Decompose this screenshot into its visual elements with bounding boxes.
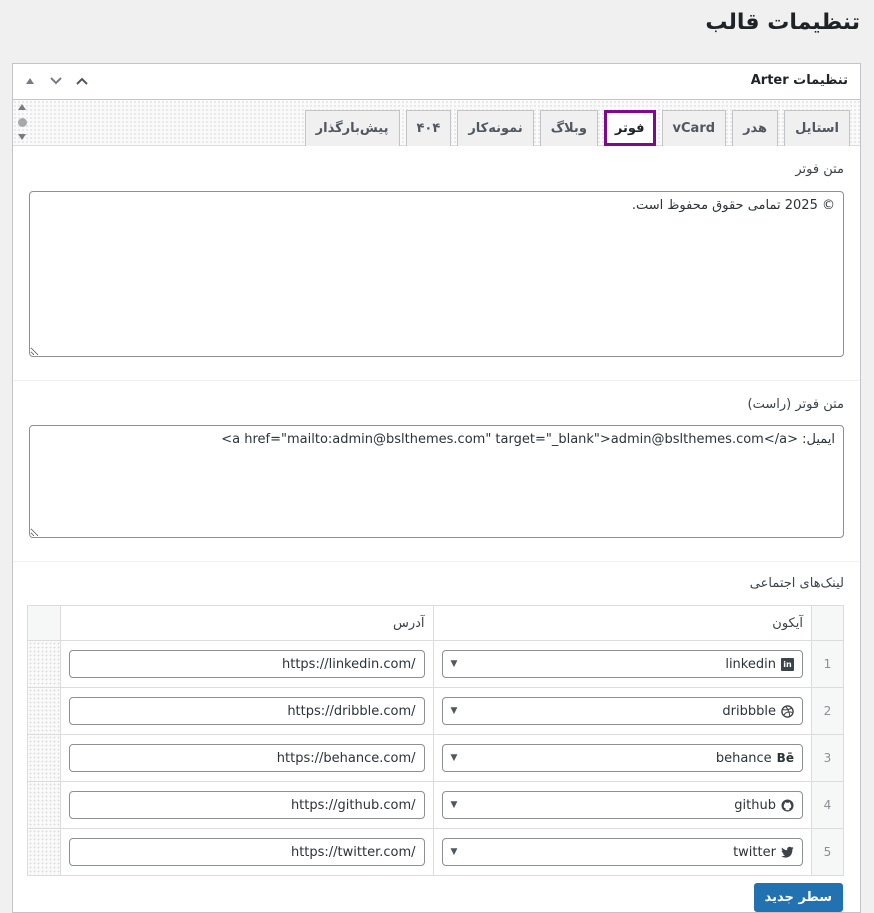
url-input[interactable]: https://github.com/ (69, 791, 425, 819)
icon-select[interactable]: Bē behance ▼ (441, 744, 803, 772)
twitter-icon (781, 846, 794, 858)
tab-header[interactable]: هدر (732, 110, 779, 146)
header-handle-cell (26, 605, 62, 641)
row-number: 3 (810, 734, 845, 782)
tab-preloader[interactable]: پیش‌بارگذار (304, 110, 400, 146)
tabs-area: استایل هدر vCard فوتر وبلاگ نمونه‌کار ۴۰… (13, 100, 860, 146)
table-row: 2 dribbble ▼ https://dribble.com/ (26, 687, 845, 735)
row-drag-handle[interactable] (26, 781, 62, 829)
url-input[interactable]: https://behance.com/ (69, 744, 425, 772)
table-row: 1 in linkedin ▼ https://linkedin.com/ (26, 640, 845, 688)
collapse-icon[interactable] (71, 70, 93, 92)
tab-blog[interactable]: وبلاگ (539, 110, 598, 146)
row-number: 1 (810, 640, 845, 688)
table-row: 3 Bē behance ▼ https://behance.com/ (26, 734, 845, 782)
chevron-down-icon: ▼ (450, 659, 458, 669)
icon-select[interactable]: twitter ▼ (441, 838, 803, 866)
url-input[interactable]: https://linkedin.com/ (69, 650, 425, 678)
move-up-icon[interactable] (19, 70, 41, 92)
icon-select-value: twitter (733, 844, 776, 860)
url-input[interactable]: https://dribble.com/ (69, 697, 425, 725)
social-links-table: آیکون آدرس 1 in linkedin ▼ https://linke… (26, 605, 845, 876)
scroll-up-icon[interactable] (18, 104, 26, 110)
linkedin-icon: in (780, 657, 794, 671)
url-input[interactable]: https://twitter.com/ (69, 838, 425, 866)
header-icon-cell: آیکون (432, 605, 812, 641)
footer-text-right-label: متن فوتر (راست) (747, 397, 844, 412)
footer-text-section: متن فوتر © 2025 تمامی حقوق محفوظ است. (13, 146, 860, 381)
footer-text-label: متن فوتر (795, 162, 844, 177)
tab-style[interactable]: استایل (784, 110, 850, 146)
chevron-down-icon: ▼ (450, 706, 458, 716)
tab-footer[interactable]: فوتر (603, 110, 656, 146)
postbox-actions (19, 70, 93, 92)
table-row: 5 twitter ▼ https://twitter.com/ (26, 828, 845, 876)
footer-text-field[interactable]: © 2025 تمامی حقوق محفوظ است. (29, 191, 844, 357)
row-drag-handle[interactable] (26, 640, 62, 688)
settings-tabs: استایل هدر vCard فوتر وبلاگ نمونه‌کار ۴۰… (304, 110, 850, 146)
footer-text-right-field[interactable]: ایمیل: <a href="mailto:admin@bslthemes.c… (29, 425, 844, 538)
chevron-down-icon: ▼ (450, 753, 458, 763)
row-number: 4 (810, 781, 845, 829)
tab-scroll-indicator[interactable] (15, 104, 29, 140)
social-links-label: لینک‌های اجتماعی (749, 576, 844, 591)
icon-select-value: dribbble (722, 703, 776, 719)
table-row: 4 github ▼ https://github.com/ (26, 781, 845, 829)
postbox-title: تنظیمات Arter (750, 73, 848, 88)
row-number: 5 (810, 828, 845, 876)
chevron-down-icon: ▼ (450, 800, 458, 810)
icon-select[interactable]: dribbble ▼ (441, 697, 803, 725)
row-drag-handle[interactable] (26, 828, 62, 876)
behance-icon: Bē (776, 751, 794, 765)
header-num-cell (810, 605, 845, 641)
icon-select-value: linkedin (725, 656, 776, 672)
scroll-thumb[interactable] (17, 117, 27, 127)
chevron-down-icon: ▼ (450, 847, 458, 857)
footer-text-right-section: متن فوتر (راست) ایمیل: <a href="mailto:a… (13, 381, 860, 562)
row-drag-handle[interactable] (26, 734, 62, 782)
move-down-icon[interactable] (45, 70, 67, 92)
tab-404[interactable]: ۴۰۴ (405, 110, 452, 146)
postbox-header: تنظیمات Arter (13, 64, 860, 100)
dribbble-icon (781, 704, 794, 718)
row-number: 2 (810, 687, 845, 735)
github-icon (781, 798, 794, 812)
add-row-button[interactable]: سطر جدید (753, 883, 843, 912)
scroll-down-icon[interactable] (18, 134, 26, 140)
tab-vcard[interactable]: vCard (661, 110, 727, 146)
header-url-cell: آدرس (60, 605, 434, 641)
tab-portfolio[interactable]: نمونه‌کار (457, 110, 534, 146)
icon-select[interactable]: github ▼ (441, 791, 803, 819)
settings-postbox: تنظیمات Arter استایل هدر vCard فوتر وبلا… (12, 63, 861, 913)
icon-select[interactable]: in linkedin ▼ (441, 650, 803, 678)
page-title: تنظیمات قالب (705, 10, 860, 35)
icon-select-value: github (734, 797, 776, 813)
row-drag-handle[interactable] (26, 687, 62, 735)
icon-select-value: behance (715, 750, 772, 766)
